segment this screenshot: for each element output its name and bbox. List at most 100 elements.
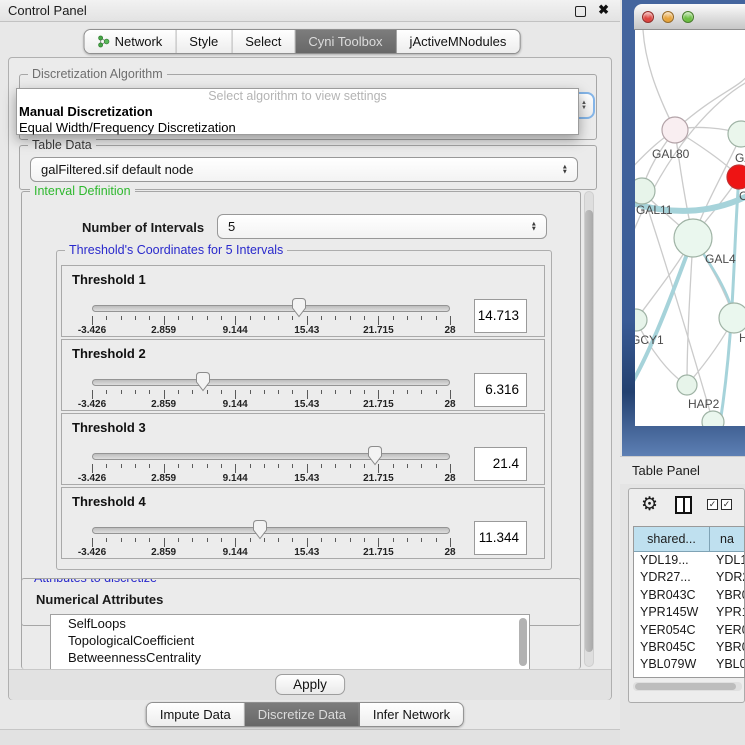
tab-network[interactable]: Network: [85, 30, 177, 53]
tick-mark: [278, 390, 279, 394]
threshold-value-field[interactable]: 11.344: [474, 521, 527, 555]
tick-mark: [121, 316, 122, 320]
number-of-intervals-combobox[interactable]: 5 ▲▼: [217, 214, 547, 239]
table-hscrollbar-thumb[interactable]: [635, 683, 736, 690]
spinner-arrows-icon: ▲▼: [531, 221, 537, 232]
tick-mark: [350, 390, 351, 394]
tick-mark: [436, 390, 437, 394]
tick-mark: [164, 538, 165, 547]
bottom-tab-discretize-data[interactable]: Discretize Data: [245, 703, 360, 726]
tick-mark: [364, 538, 365, 542]
tick-mark: [207, 464, 208, 468]
network-canvas[interactable]: GAL80GACGAL11GAL4GCY1HHAP2: [635, 30, 745, 426]
threshold-value-field[interactable]: 21.4: [474, 447, 527, 481]
column-header-name[interactable]: na: [710, 527, 744, 551]
tick-mark: [221, 390, 222, 394]
tab-jactivemnodules[interactable]: jActiveMNodules: [397, 30, 520, 53]
tick-mark: [178, 316, 179, 320]
tick-mark: [235, 390, 236, 399]
table-row[interactable]: YPR145WYPR1: [634, 604, 744, 621]
app-root: { "panel": {"title": "Control Panel"}, "…: [0, 0, 745, 745]
tick-mark: [364, 464, 365, 468]
bottom-tab-infer-network[interactable]: Infer Network: [360, 703, 463, 726]
threshold-slider-track[interactable]: [92, 379, 450, 386]
table-row[interactable]: YLR345WYLR3: [634, 674, 744, 678]
tick-mark: [207, 316, 208, 320]
tick-mark: [393, 316, 394, 320]
numerical-attributes-list[interactable]: SelfLoopsTopologicalCoefficientBetweenne…: [50, 614, 530, 669]
algorithm-option-manual-discretization[interactable]: Manual Discretization: [17, 104, 578, 120]
table-data-combobox[interactable]: galFiltered.sif default node ▲▼: [30, 157, 578, 182]
tab-label: Infer Network: [373, 707, 450, 722]
column-header-shared-name[interactable]: shared...: [634, 527, 710, 551]
table-row[interactable]: YBL079WYBL0: [634, 656, 744, 673]
float-window-icon[interactable]: [575, 6, 586, 17]
cell-name: YLR3: [710, 674, 744, 678]
table-row[interactable]: YBR045CYBR0: [634, 639, 744, 656]
network-node[interactable]: [635, 178, 655, 204]
tab-cyni-toolbox[interactable]: Cyni Toolbox: [295, 30, 396, 53]
cell-name: YDR2: [710, 569, 744, 586]
main-scrollbar-thumb[interactable]: [585, 210, 593, 652]
attribute-item-topologicalcoefficient[interactable]: TopologicalCoefficient: [51, 632, 529, 649]
algorithm-option-equal-width-frequency-discretization[interactable]: Equal Width/Frequency Discretization: [17, 120, 578, 136]
tick-mark: [121, 390, 122, 394]
network-node[interactable]: [728, 121, 745, 147]
tick-mark: [378, 316, 379, 325]
threshold-slider-track[interactable]: [92, 305, 450, 312]
checkbox-icon[interactable]: ✓: [707, 499, 718, 510]
threshold-slider-thumb[interactable]: [291, 297, 307, 321]
gear-icon[interactable]: ⚙: [641, 493, 658, 516]
network-node[interactable]: [662, 117, 688, 143]
table-row[interactable]: YBR043CYBR0: [634, 587, 744, 604]
zoom-traffic-light[interactable]: [682, 11, 694, 23]
minimize-traffic-light[interactable]: [662, 11, 674, 23]
threshold-slider-track[interactable]: [92, 453, 450, 460]
network-node[interactable]: [635, 309, 647, 331]
tick-mark: [321, 538, 322, 542]
attribute-item-betweennesscentrality[interactable]: BetweennessCentrality: [51, 649, 529, 666]
table-row[interactable]: YER054CYER0: [634, 622, 744, 639]
tick-mark: [393, 390, 394, 394]
table-hscrollbar[interactable]: [633, 682, 742, 691]
attribute-item-selfloops[interactable]: SelfLoops: [51, 615, 529, 632]
tick-mark: [178, 538, 179, 542]
cell-shared-name: YDL19...: [634, 552, 710, 569]
close-traffic-light[interactable]: [642, 11, 654, 23]
threshold-slider-thumb[interactable]: [367, 445, 383, 469]
slider-tick-labels: -3.4262.8599.14415.4321.71528: [92, 547, 450, 559]
column-view-icon[interactable]: [675, 496, 692, 514]
threshold-panel-2: Threshold 2-3.4262.8599.14415.4321.71528…: [61, 339, 545, 411]
threshold-value-field[interactable]: 6.316: [474, 373, 527, 407]
tick-mark: [192, 390, 193, 394]
table-row[interactable]: YDL19...YDL1: [634, 552, 744, 569]
tick-mark: [192, 316, 193, 320]
tab-style[interactable]: Style: [176, 30, 232, 53]
network-window-titlebar[interactable]: [634, 4, 745, 30]
attributes-group-title: Attributes to discretize: [30, 578, 161, 585]
threshold-slider-track[interactable]: [92, 527, 450, 534]
bottom-tab-impute-data[interactable]: Impute Data: [147, 703, 245, 726]
threshold-panel-1: Threshold 1-3.4262.8599.14415.4321.71528…: [61, 265, 545, 337]
close-icon[interactable]: ✖: [598, 2, 609, 18]
tick-mark: [149, 464, 150, 468]
bottom-tab-bar: Impute DataDiscretize Data Infer Network: [146, 702, 464, 727]
tick-mark: [378, 390, 379, 399]
threshold-slider-thumb[interactable]: [252, 519, 268, 543]
main-scrollbar-track[interactable]: [584, 191, 594, 667]
network-node[interactable]: [727, 165, 745, 189]
table-row[interactable]: YDR27...YDR2: [634, 569, 744, 586]
tick-mark: [164, 390, 165, 399]
network-node[interactable]: [677, 375, 697, 395]
cell-shared-name: YDR27...: [634, 569, 710, 586]
threshold-value-field[interactable]: 14.713: [474, 299, 527, 333]
checkbox-icon[interactable]: ✓: [721, 499, 732, 510]
spinner-arrows-icon: ▲▼: [562, 164, 568, 175]
network-node[interactable]: [719, 303, 745, 333]
attributes-scrollbar-thumb[interactable]: [519, 618, 527, 666]
tab-select[interactable]: Select: [232, 30, 295, 53]
tick-mark: [407, 316, 408, 320]
apply-button[interactable]: Apply: [275, 674, 345, 695]
table-body: YDL19...YDL1YDR27...YDR2YBR043CYBR0YPR14…: [634, 552, 744, 678]
threshold-slider-thumb[interactable]: [195, 371, 211, 395]
